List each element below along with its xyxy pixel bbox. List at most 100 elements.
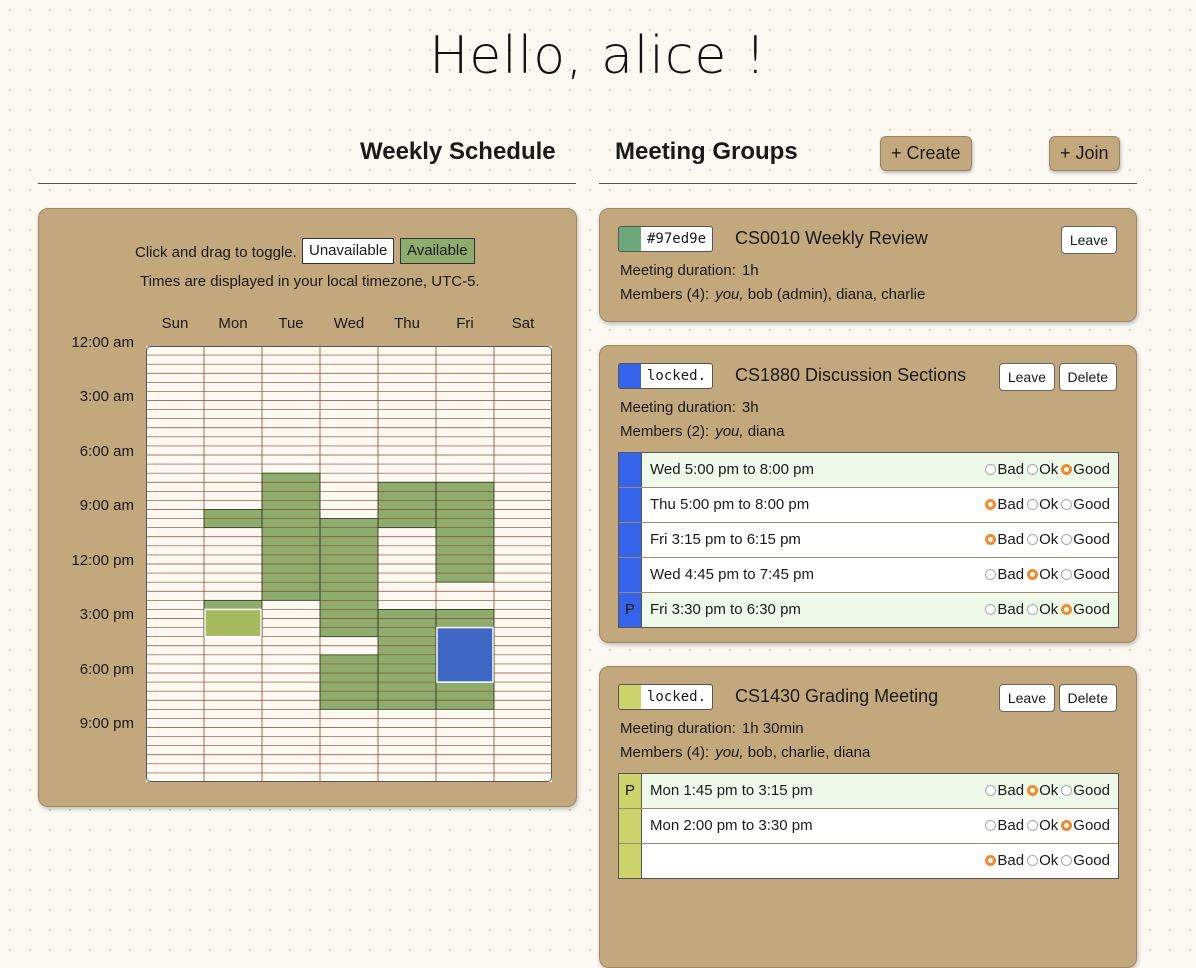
radio-bad-icon[interactable] — [985, 464, 997, 475]
slot-rating: Bad Ok Good — [982, 809, 1110, 843]
slot-rating: Bad Ok Good — [982, 453, 1110, 487]
rating-good-option[interactable]: Good — [1061, 809, 1110, 843]
radio-good-icon[interactable] — [1061, 855, 1073, 866]
time-slot-row: Thu 5:00 pm to 8:00 pm Bad Ok Good — [619, 488, 1118, 523]
availability-grid[interactable] — [146, 346, 552, 782]
radio-good-icon[interactable] — [1061, 534, 1073, 545]
leave-group-button[interactable]: Leave — [1060, 226, 1117, 254]
slot-time: Wed 5:00 pm to 8:00 pm — [650, 461, 814, 478]
rating-good-option[interactable]: Good — [1061, 523, 1110, 557]
meeting-duration-label: Meeting duration: — [620, 262, 736, 279]
time-label: 9:00 am — [79, 497, 134, 515]
rating-bad-option[interactable]: Bad — [985, 558, 1024, 592]
rating-ok-option[interactable]: Ok — [1027, 809, 1058, 843]
group-color-swatch — [618, 684, 642, 710]
slot-time: Wed 4:45 pm to 7:45 pm — [650, 566, 814, 583]
groups-divider — [599, 183, 1137, 184]
rating-bad-option[interactable]: Bad — [985, 774, 1024, 808]
radio-ok-icon[interactable] — [1027, 855, 1039, 866]
radio-bad-icon[interactable] — [985, 499, 997, 510]
radio-good-icon[interactable] — [1061, 820, 1073, 831]
members-line: Members (4): you, bob, charlie, diana — [620, 744, 870, 761]
radio-ok-icon[interactable] — [1027, 569, 1039, 580]
rating-bad-option[interactable]: Bad — [985, 844, 1024, 878]
create-group-button[interactable]: + Create — [880, 136, 972, 171]
radio-ok-icon[interactable] — [1027, 499, 1039, 510]
radio-ok-icon[interactable] — [1027, 604, 1039, 615]
rating-good-label: Good — [1073, 817, 1110, 834]
slot-time: Thu 5:00 pm to 8:00 pm — [650, 496, 810, 513]
slot-color-bar: P — [619, 774, 642, 808]
rating-good-option[interactable]: Good — [1061, 774, 1110, 808]
slot-time: Fri 3:15 pm to 6:15 pm — [650, 531, 801, 548]
rating-good-option[interactable]: Good — [1061, 844, 1110, 878]
group-name: CS1880 Discussion Sections — [735, 365, 967, 385]
rating-bad-option[interactable]: Bad — [985, 593, 1024, 627]
radio-good-icon[interactable] — [1061, 499, 1073, 510]
rating-ok-option[interactable]: Ok — [1027, 523, 1058, 557]
radio-ok-icon[interactable] — [1027, 820, 1039, 831]
legend-available: Available — [400, 238, 475, 264]
slot-rating: Bad Ok Good — [982, 593, 1110, 627]
rating-good-option[interactable]: Good — [1061, 488, 1110, 522]
members-names: bob, charlie, diana — [743, 744, 871, 761]
drag-selection[interactable] — [204, 608, 262, 638]
leave-group-button[interactable]: Leave — [998, 684, 1055, 712]
highlighted-meeting-block[interactable] — [436, 626, 494, 683]
radio-good-icon[interactable] — [1061, 604, 1073, 615]
slot-color-bar — [619, 453, 642, 487]
radio-ok-icon[interactable] — [1027, 534, 1039, 545]
radio-bad-icon[interactable] — [985, 569, 997, 580]
timezone-note: Times are displayed in your local timezo… — [140, 273, 480, 290]
available-block[interactable] — [378, 609, 436, 710]
rating-good-label: Good — [1073, 601, 1110, 618]
rating-ok-option[interactable]: Ok — [1027, 453, 1058, 487]
leave-group-button[interactable]: Leave — [998, 363, 1055, 391]
day-label-thu: Thu — [394, 315, 420, 332]
available-block[interactable] — [320, 518, 378, 637]
radio-bad-icon[interactable] — [985, 534, 997, 545]
rating-bad-option[interactable]: Bad — [985, 523, 1024, 557]
available-block[interactable] — [378, 482, 436, 528]
rating-ok-option[interactable]: Ok — [1027, 774, 1058, 808]
meeting-duration-value: 3h — [741, 399, 759, 416]
rating-bad-label: Bad — [997, 817, 1025, 834]
day-label-fri: Fri — [456, 315, 474, 332]
rating-ok-option[interactable]: Ok — [1027, 844, 1058, 878]
radio-ok-icon[interactable] — [1027, 785, 1039, 796]
slot-color-bar — [619, 844, 642, 878]
rating-ok-option[interactable]: Ok — [1027, 488, 1058, 522]
rating-good-option[interactable]: Good — [1061, 593, 1110, 627]
rating-ok-label: Ok — [1039, 496, 1059, 513]
group-code[interactable]: locked. — [641, 684, 714, 710]
radio-bad-icon[interactable] — [985, 604, 997, 615]
rating-good-option[interactable]: Good — [1061, 453, 1110, 487]
rating-bad-label: Bad — [997, 852, 1025, 869]
rating-bad-option[interactable]: Bad — [985, 453, 1024, 487]
meeting-duration-value: 1h — [741, 262, 759, 279]
group-code[interactable]: #97ed9e — [641, 226, 714, 252]
members-label: Members (4): — [620, 286, 710, 303]
rating-good-option[interactable]: Good — [1061, 558, 1110, 592]
rating-bad-label: Bad — [997, 531, 1025, 548]
time-slot-row: Mon 2:00 pm to 3:30 pm Bad Ok Good — [619, 809, 1118, 844]
rating-bad-option[interactable]: Bad — [985, 809, 1024, 843]
rating-ok-option[interactable]: Ok — [1027, 558, 1058, 592]
radio-good-icon[interactable] — [1061, 464, 1073, 475]
rating-bad-option[interactable]: Bad — [985, 488, 1024, 522]
radio-bad-icon[interactable] — [985, 855, 997, 866]
group-code[interactable]: locked. — [641, 363, 714, 389]
available-block[interactable] — [436, 482, 494, 583]
rating-bad-label: Bad — [997, 461, 1025, 478]
join-group-button[interactable]: + Join — [1049, 136, 1120, 171]
radio-good-icon[interactable] — [1061, 569, 1073, 580]
delete-group-button[interactable]: Delete — [1058, 684, 1117, 712]
rating-ok-option[interactable]: Ok — [1027, 593, 1058, 627]
radio-ok-icon[interactable] — [1027, 464, 1039, 475]
radio-bad-icon[interactable] — [985, 785, 997, 796]
radio-good-icon[interactable] — [1061, 785, 1073, 796]
slot-time: Mon 1:45 pm to 3:15 pm — [650, 782, 813, 799]
radio-bad-icon[interactable] — [985, 820, 997, 831]
legend-unavailable: Unavailable — [302, 238, 395, 264]
delete-group-button[interactable]: Delete — [1058, 363, 1117, 391]
